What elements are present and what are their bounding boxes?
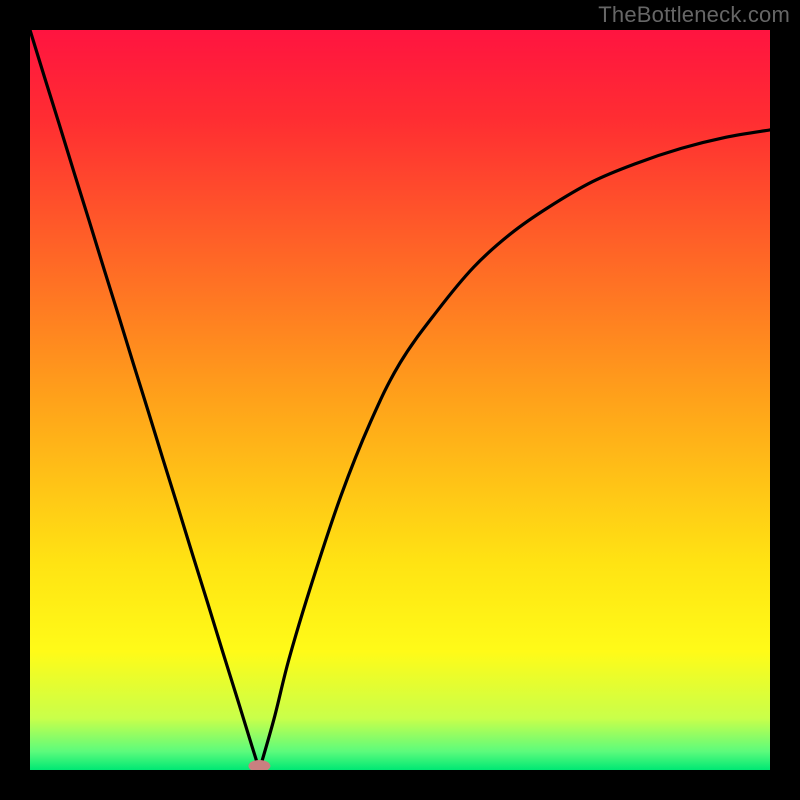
attribution-text: TheBottleneck.com <box>598 2 790 28</box>
gradient-background <box>30 30 770 770</box>
plot-area <box>30 30 770 770</box>
chart-frame: TheBottleneck.com <box>0 0 800 800</box>
bottleneck-chart <box>30 30 770 770</box>
